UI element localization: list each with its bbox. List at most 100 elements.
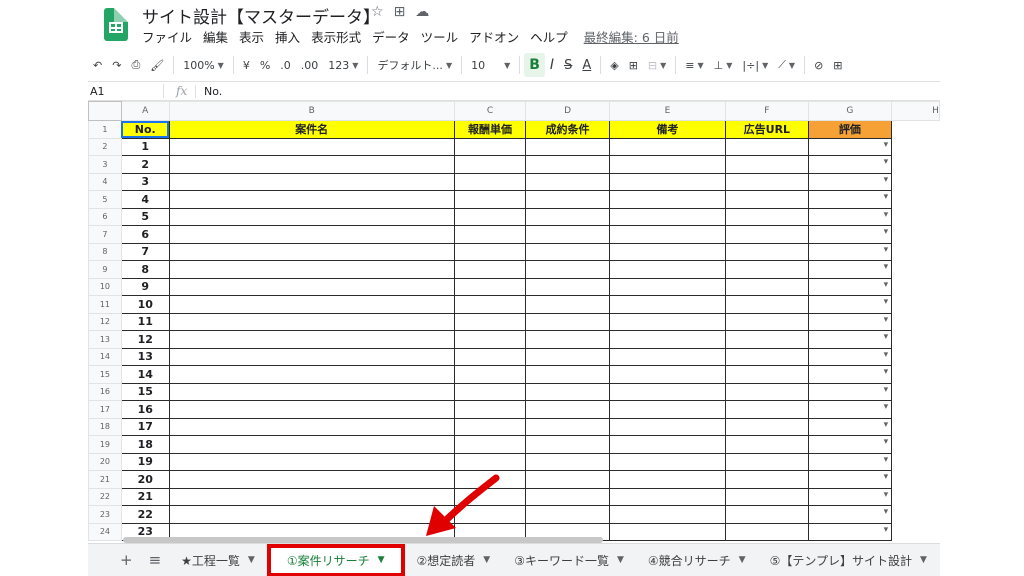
rating-dropdown-cell[interactable] <box>807 435 893 454</box>
empty-cell[interactable] <box>892 383 940 401</box>
row-header[interactable]: 23 <box>88 505 122 524</box>
row-header[interactable]: 12 <box>88 312 122 331</box>
data-cell[interactable] <box>525 242 610 261</box>
data-cell[interactable] <box>168 400 455 419</box>
select-all-corner[interactable] <box>88 101 122 121</box>
number-cell[interactable]: 22 <box>120 505 170 524</box>
number-cell[interactable]: 17 <box>120 417 170 436</box>
row-header[interactable]: 17 <box>88 400 122 419</box>
header-cell-reward[interactable]: 報酬単価 <box>453 120 527 139</box>
row-header[interactable]: 8 <box>88 242 122 261</box>
data-cell[interactable] <box>725 295 809 314</box>
data-cell[interactable] <box>453 260 527 279</box>
data-cell[interactable] <box>608 172 727 191</box>
row-header[interactable]: 13 <box>88 330 122 349</box>
header-cell-no[interactable]: No. <box>120 120 170 139</box>
header-cell-project-name[interactable]: 案件名 <box>168 120 455 139</box>
number-cell[interactable]: 11 <box>120 312 170 331</box>
data-cell[interactable] <box>453 435 527 454</box>
number-cell[interactable]: 8 <box>120 260 170 279</box>
number-cell[interactable]: 21 <box>120 487 170 506</box>
empty-cell[interactable] <box>892 208 940 226</box>
data-cell[interactable] <box>453 330 527 349</box>
all-sheets-icon[interactable]: ≡ <box>141 551 170 569</box>
row-header[interactable]: 19 <box>88 435 122 454</box>
data-cell[interactable] <box>453 417 527 436</box>
row-header[interactable]: 21 <box>88 470 122 489</box>
data-cell[interactable] <box>453 155 527 174</box>
formula-input[interactable]: No. <box>195 84 222 98</box>
data-cell[interactable] <box>725 330 809 349</box>
empty-cell[interactable] <box>892 523 940 541</box>
number-cell[interactable]: 1 <box>120 137 170 156</box>
empty-cell[interactable] <box>892 471 940 489</box>
star-icon[interactable]: ☆ <box>371 4 384 20</box>
currency-button[interactable]: ¥ <box>238 53 255 77</box>
number-cell[interactable]: 18 <box>120 435 170 454</box>
data-cell[interactable] <box>608 365 727 384</box>
insert-comment-icon[interactable]: ⊞ <box>828 53 847 77</box>
row-header[interactable]: 11 <box>88 295 122 314</box>
data-cell[interactable] <box>725 155 809 174</box>
header-cell-ad-url[interactable]: 広告URL <box>725 120 809 139</box>
data-cell[interactable] <box>168 190 455 209</box>
rating-dropdown-cell[interactable] <box>807 417 893 436</box>
rating-dropdown-cell[interactable] <box>807 400 893 419</box>
data-cell[interactable] <box>525 225 610 244</box>
redo-icon[interactable]: ↷ <box>107 53 126 77</box>
rating-dropdown-cell[interactable] <box>807 295 893 314</box>
column-header-g[interactable]: G <box>807 101 893 121</box>
column-header-a[interactable]: A <box>120 101 170 121</box>
sheet-tab-target-reader[interactable]: ②想定読者 ▼ <box>405 544 503 576</box>
data-cell[interactable] <box>168 487 455 506</box>
menu-view[interactable]: 表示 <box>239 27 264 46</box>
empty-cell[interactable] <box>892 243 940 261</box>
header-cell-conditions[interactable]: 成約条件 <box>525 120 610 139</box>
data-cell[interactable] <box>168 172 455 191</box>
empty-cell[interactable] <box>892 348 940 366</box>
print-icon[interactable]: ⎙ <box>126 53 145 77</box>
horizontal-align-icon[interactable]: ≡ ▼ <box>680 53 708 77</box>
number-cell[interactable]: 3 <box>120 172 170 191</box>
data-cell[interactable] <box>725 505 809 524</box>
data-cell[interactable] <box>168 225 455 244</box>
data-cell[interactable] <box>725 452 809 471</box>
data-cell[interactable] <box>525 277 610 296</box>
data-cell[interactable] <box>725 522 809 541</box>
rating-dropdown-cell[interactable] <box>807 365 893 384</box>
row-header[interactable]: 14 <box>88 347 122 366</box>
header-cell-notes[interactable]: 備考 <box>608 120 727 139</box>
empty-cell[interactable] <box>892 278 940 296</box>
data-cell[interactable] <box>525 207 610 226</box>
number-cell[interactable]: 13 <box>120 347 170 366</box>
rating-dropdown-cell[interactable] <box>807 190 893 209</box>
data-cell[interactable] <box>453 137 527 156</box>
data-cell[interactable] <box>608 242 727 261</box>
data-cell[interactable] <box>525 190 610 209</box>
row-header[interactable]: 20 <box>88 452 122 471</box>
empty-cell[interactable] <box>892 488 940 506</box>
data-cell[interactable] <box>608 505 727 524</box>
data-cell[interactable] <box>525 172 610 191</box>
data-cell[interactable] <box>725 172 809 191</box>
data-cell[interactable] <box>608 207 727 226</box>
row-header[interactable]: 1 <box>88 120 122 139</box>
rating-dropdown-cell[interactable] <box>807 505 893 524</box>
data-cell[interactable] <box>608 400 727 419</box>
vertical-align-icon[interactable]: ⊥ ▼ <box>709 53 738 77</box>
empty-cell[interactable] <box>892 121 940 139</box>
percent-button[interactable]: % <box>255 53 275 77</box>
data-cell[interactable] <box>608 190 727 209</box>
number-cell[interactable]: 20 <box>120 470 170 489</box>
column-header-h[interactable]: H <box>891 101 940 121</box>
name-box[interactable]: A1 <box>88 85 163 98</box>
row-header[interactable]: 5 <box>88 190 122 209</box>
paint-format-icon[interactable]: 🖌︎ <box>145 53 169 77</box>
empty-cell[interactable] <box>892 138 940 156</box>
number-cell[interactable]: 9 <box>120 277 170 296</box>
menu-file[interactable]: ファイル <box>142 27 192 46</box>
rating-dropdown-cell[interactable] <box>807 207 893 226</box>
data-cell[interactable] <box>453 452 527 471</box>
data-cell[interactable] <box>725 365 809 384</box>
data-cell[interactable] <box>725 417 809 436</box>
